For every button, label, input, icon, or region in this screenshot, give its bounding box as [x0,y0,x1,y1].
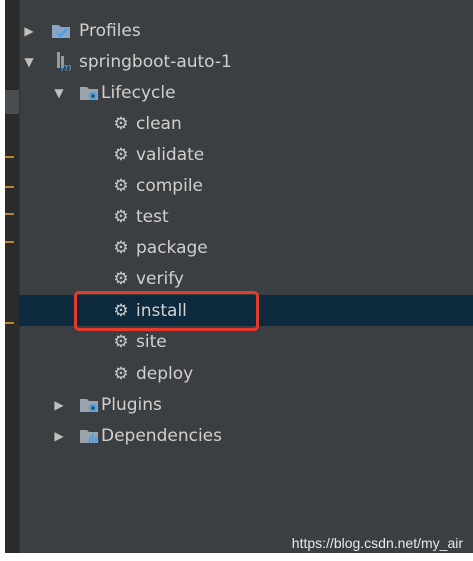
tree-node-label: Lifecycle [101,82,176,103]
collapse-arrow-icon[interactable]: ▼ [53,87,65,99]
collapse-arrow-icon[interactable]: ▼ [23,56,35,68]
tree-node-label: Profiles [79,20,141,41]
gutter-marker [5,156,14,158]
goal-label: compile [136,175,204,196]
gear-icon: ⚙ [113,206,129,227]
gear-icon: ⚙ [113,300,129,321]
goal-label: package [136,237,208,258]
goal-test[interactable]: ⚙ test [19,201,473,232]
expand-arrow-icon[interactable]: ▶ [23,25,35,37]
gear-icon: ⚙ [113,237,129,258]
goal-site[interactable]: ⚙ site [19,326,473,357]
svg-text:m: m [61,61,72,72]
profiles-icon [51,21,71,41]
tree-node-label: Plugins [101,394,162,415]
goal-clean[interactable]: ⚙ clean [19,108,473,139]
gutter-scroll-thumb[interactable] [5,90,19,114]
gear-icon: ⚙ [113,363,129,384]
gear-icon: ⚙ [113,268,129,289]
goal-label: test [136,206,169,227]
goal-install[interactable]: ⚙ install [19,295,473,326]
expand-arrow-icon[interactable]: ▶ [53,399,65,411]
goal-label: verify [136,268,184,289]
gear-icon: ⚙ [113,144,129,165]
gear-icon: ⚙ [113,175,129,196]
goal-validate[interactable]: ⚙ validate [19,139,473,170]
goal-deploy[interactable]: ⚙ deploy [19,358,473,389]
bottom-border [0,553,473,561]
gutter-marker [5,186,14,188]
tree-node-label: Dependencies [101,425,222,446]
watermark-url: https://blog.csdn.net/my_air [291,535,463,551]
tree-node-profiles[interactable]: ▶ Profiles [19,15,473,46]
tree-node-project[interactable]: ▼ m springboot-auto-1 [19,46,473,77]
gear-icon: ⚙ [113,113,129,134]
goal-label: install [136,300,187,321]
tree-node-label: springboot-auto-1 [79,51,232,72]
goal-label: site [136,331,167,352]
maven-tool-window: ▶ Profiles ▼ m springboot-auto-1 ▼ Lifec… [5,0,473,553]
gear-icon: ⚙ [113,331,129,352]
goal-compile[interactable]: ⚙ compile [19,170,473,201]
goal-label: deploy [136,363,194,384]
plugins-folder-icon [79,395,99,415]
goal-verify[interactable]: ⚙ verify [19,263,473,294]
lifecycle-folder-icon [79,83,99,103]
tree-node-dependencies[interactable]: ▶ Dependencies [19,420,473,451]
gutter-marker [5,241,14,243]
left-gutter [5,0,20,553]
gutter-marker [5,213,14,215]
expand-arrow-icon[interactable]: ▶ [53,430,65,442]
goal-label: clean [136,113,182,134]
dependencies-folder-icon [79,426,99,446]
maven-project-icon: m [53,51,73,72]
goal-package[interactable]: ⚙ package [19,232,473,263]
gutter-marker [5,322,14,324]
goal-label: validate [136,144,205,165]
tree-node-plugins[interactable]: ▶ Plugins [19,389,473,420]
tree-node-lifecycle[interactable]: ▼ Lifecycle [19,77,473,108]
maven-project-tree: ▶ Profiles ▼ m springboot-auto-1 ▼ Lifec… [19,0,473,553]
